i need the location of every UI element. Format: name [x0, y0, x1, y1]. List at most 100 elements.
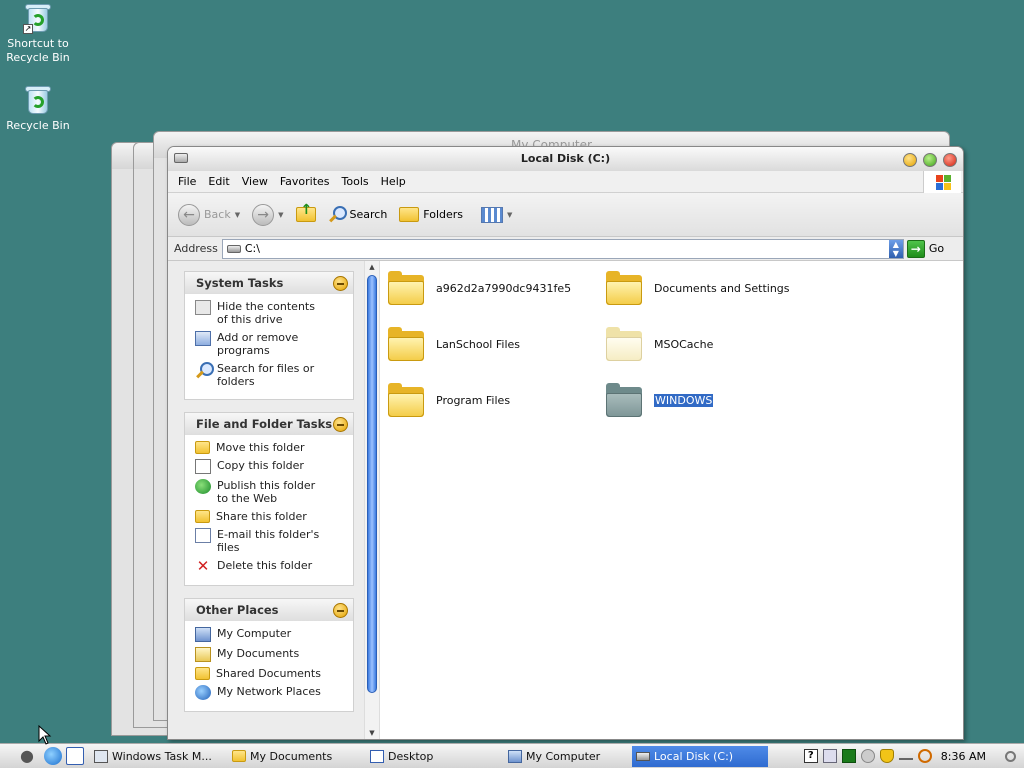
other-places-header[interactable]: Other Places: [185, 599, 353, 621]
move-folder-icon: [195, 441, 210, 454]
task-label: E-mail this folder's files: [217, 528, 320, 554]
scroll-thumb[interactable]: [367, 275, 377, 693]
place-shared-documents[interactable]: Shared Documents: [195, 667, 349, 680]
address-label: Address: [174, 242, 218, 255]
scroll-down-arrow-icon[interactable]: ▼: [365, 727, 379, 739]
network-icon[interactable]: [822, 749, 837, 763]
menu-edit[interactable]: Edit: [204, 175, 237, 188]
task-delete-folder[interactable]: ✕ Delete this folder: [195, 559, 349, 574]
file-item-folder[interactable]: a962d2a7990dc9431fe5: [388, 271, 571, 305]
views-icon: [481, 206, 504, 223]
internet-explorer-icon[interactable]: [44, 747, 62, 765]
menu-tools[interactable]: Tools: [338, 175, 377, 188]
file-item-folder-hidden[interactable]: MSOCache: [606, 327, 713, 361]
clock[interactable]: 8:36 AM: [941, 750, 986, 763]
task-label: Delete this folder: [217, 559, 313, 572]
search-icon: [195, 362, 214, 377]
toolbar: ← Back ▼ → ▼ ↑ Search Folders ▼: [168, 193, 963, 237]
file-name: WINDOWS: [654, 393, 714, 407]
file-name: a962d2a7990dc9431fe5: [436, 281, 572, 295]
place-my-computer[interactable]: My Computer: [195, 627, 349, 642]
address-bar: Address C:\ ▲ ▼ → Go: [168, 237, 963, 261]
search-tray-icon[interactable]: [917, 749, 932, 763]
minimize-button[interactable]: [903, 153, 917, 167]
desktop-icon-shortcut-recycle-bin[interactable]: ↗ Shortcut to Recycle Bin: [0, 2, 76, 65]
task-label: Copy this folder: [217, 459, 304, 472]
close-button[interactable]: [943, 153, 957, 167]
task-label: Hide the contents of this drive: [217, 300, 315, 326]
desktop-icon: [370, 749, 384, 763]
show-desktop-icon[interactable]: [66, 747, 84, 765]
task-email-files[interactable]: E-mail this folder's files: [195, 528, 349, 554]
search-label: Search: [349, 208, 388, 221]
email-icon: [195, 528, 211, 543]
security-shield-icon[interactable]: [879, 749, 894, 763]
file-item-folder[interactable]: Documents and Settings: [606, 271, 790, 305]
spotlight-search-icon[interactable]: [1005, 750, 1016, 762]
taskbar-button-my-documents[interactable]: My Documents: [228, 746, 360, 767]
shortcut-arrow-icon: ↗: [23, 24, 33, 34]
connection-icon[interactable]: [898, 752, 913, 760]
vertical-scrollbar[interactable]: ▲ ▼: [364, 261, 380, 739]
file-item-folder[interactable]: Program Files: [388, 383, 510, 417]
menu-file[interactable]: File: [174, 175, 204, 188]
explorer-window: Local Disk (C:) File Edit View Favorites…: [167, 146, 964, 740]
back-button[interactable]: ← Back ▼: [178, 203, 240, 226]
task-copy-folder[interactable]: Copy this folder: [195, 459, 349, 474]
tray-app-icon[interactable]: [860, 749, 875, 763]
forward-arrow-icon: →: [252, 203, 275, 226]
taskbar-button-desktop[interactable]: Desktop: [366, 746, 498, 767]
search-icon: [328, 205, 347, 224]
taskbar-button-task-manager[interactable]: Windows Task M...: [90, 746, 222, 767]
other-places-panel: Other Places My Computer My Documents Sh…: [184, 598, 354, 712]
search-button[interactable]: Search: [328, 205, 388, 224]
task-search-files[interactable]: Search for files or folders: [195, 362, 349, 388]
address-dropdown-button[interactable]: ▲ ▼: [888, 239, 903, 258]
task-pane: System Tasks Hide the contents of this d…: [168, 261, 364, 739]
task-add-remove-programs[interactable]: Add or remove programs: [195, 331, 349, 357]
folders-button[interactable]: Folders: [399, 207, 463, 222]
menu-help[interactable]: Help: [377, 175, 414, 188]
forward-button[interactable]: → ▼: [252, 203, 284, 226]
task-share-folder[interactable]: Share this folder: [195, 510, 349, 523]
file-item-folder-selected[interactable]: WINDOWS: [606, 383, 714, 417]
views-button[interactable]: ▼: [481, 206, 512, 223]
scroll-up-arrow-icon[interactable]: ▲: [365, 261, 379, 273]
collapse-icon[interactable]: [333, 275, 348, 291]
network-places-icon: [195, 685, 211, 700]
address-input[interactable]: C:\ ▲ ▼: [221, 238, 904, 259]
place-my-documents[interactable]: My Documents: [195, 647, 349, 662]
apple-start-icon[interactable]: ●: [14, 745, 40, 767]
mouse-cursor-icon: [38, 725, 52, 745]
task-label: Share this folder: [216, 510, 307, 523]
go-button[interactable]: → Go: [906, 239, 944, 258]
place-network-places[interactable]: My Network Places: [195, 685, 349, 700]
task-label: Add or remove programs: [217, 331, 299, 357]
up-folder-button[interactable]: ↑: [295, 202, 316, 222]
file-folder-tasks-header[interactable]: File and Folder Tasks: [185, 413, 353, 435]
menu-view[interactable]: View: [238, 175, 276, 188]
help-icon[interactable]: ?: [803, 749, 818, 763]
taskbar-button-my-computer[interactable]: My Computer: [504, 746, 626, 767]
system-tasks-header[interactable]: System Tasks: [185, 272, 353, 294]
collapse-icon[interactable]: [333, 602, 348, 618]
publish-web-icon: [195, 479, 211, 494]
task-move-folder[interactable]: Move this folder: [195, 441, 349, 454]
task-label: My Documents: [217, 647, 300, 660]
green-square-icon[interactable]: [841, 749, 856, 763]
task-label: My Network Places: [217, 685, 321, 698]
menu-favorites[interactable]: Favorites: [276, 175, 338, 188]
collapse-icon[interactable]: [333, 416, 348, 432]
back-label: Back: [204, 208, 231, 221]
delete-icon: ✕: [196, 557, 210, 575]
file-list: a962d2a7990dc9431fe5 Documents and Setti…: [380, 261, 963, 739]
desktop-icon-label: Recycle Bin: [6, 51, 70, 64]
desktop-icon-recycle-bin[interactable]: Recycle Bin: [0, 84, 76, 133]
title-bar[interactable]: Local Disk (C:): [168, 147, 963, 171]
task-hide-contents[interactable]: Hide the contents of this drive: [195, 300, 349, 326]
my-computer-icon: [508, 749, 522, 763]
taskbar-button-local-disk[interactable]: Local Disk (C:): [632, 745, 768, 767]
maximize-button[interactable]: [923, 153, 937, 167]
file-item-folder[interactable]: LanSchool Files: [388, 327, 520, 361]
task-publish-web[interactable]: Publish this folder to the Web: [195, 479, 349, 505]
